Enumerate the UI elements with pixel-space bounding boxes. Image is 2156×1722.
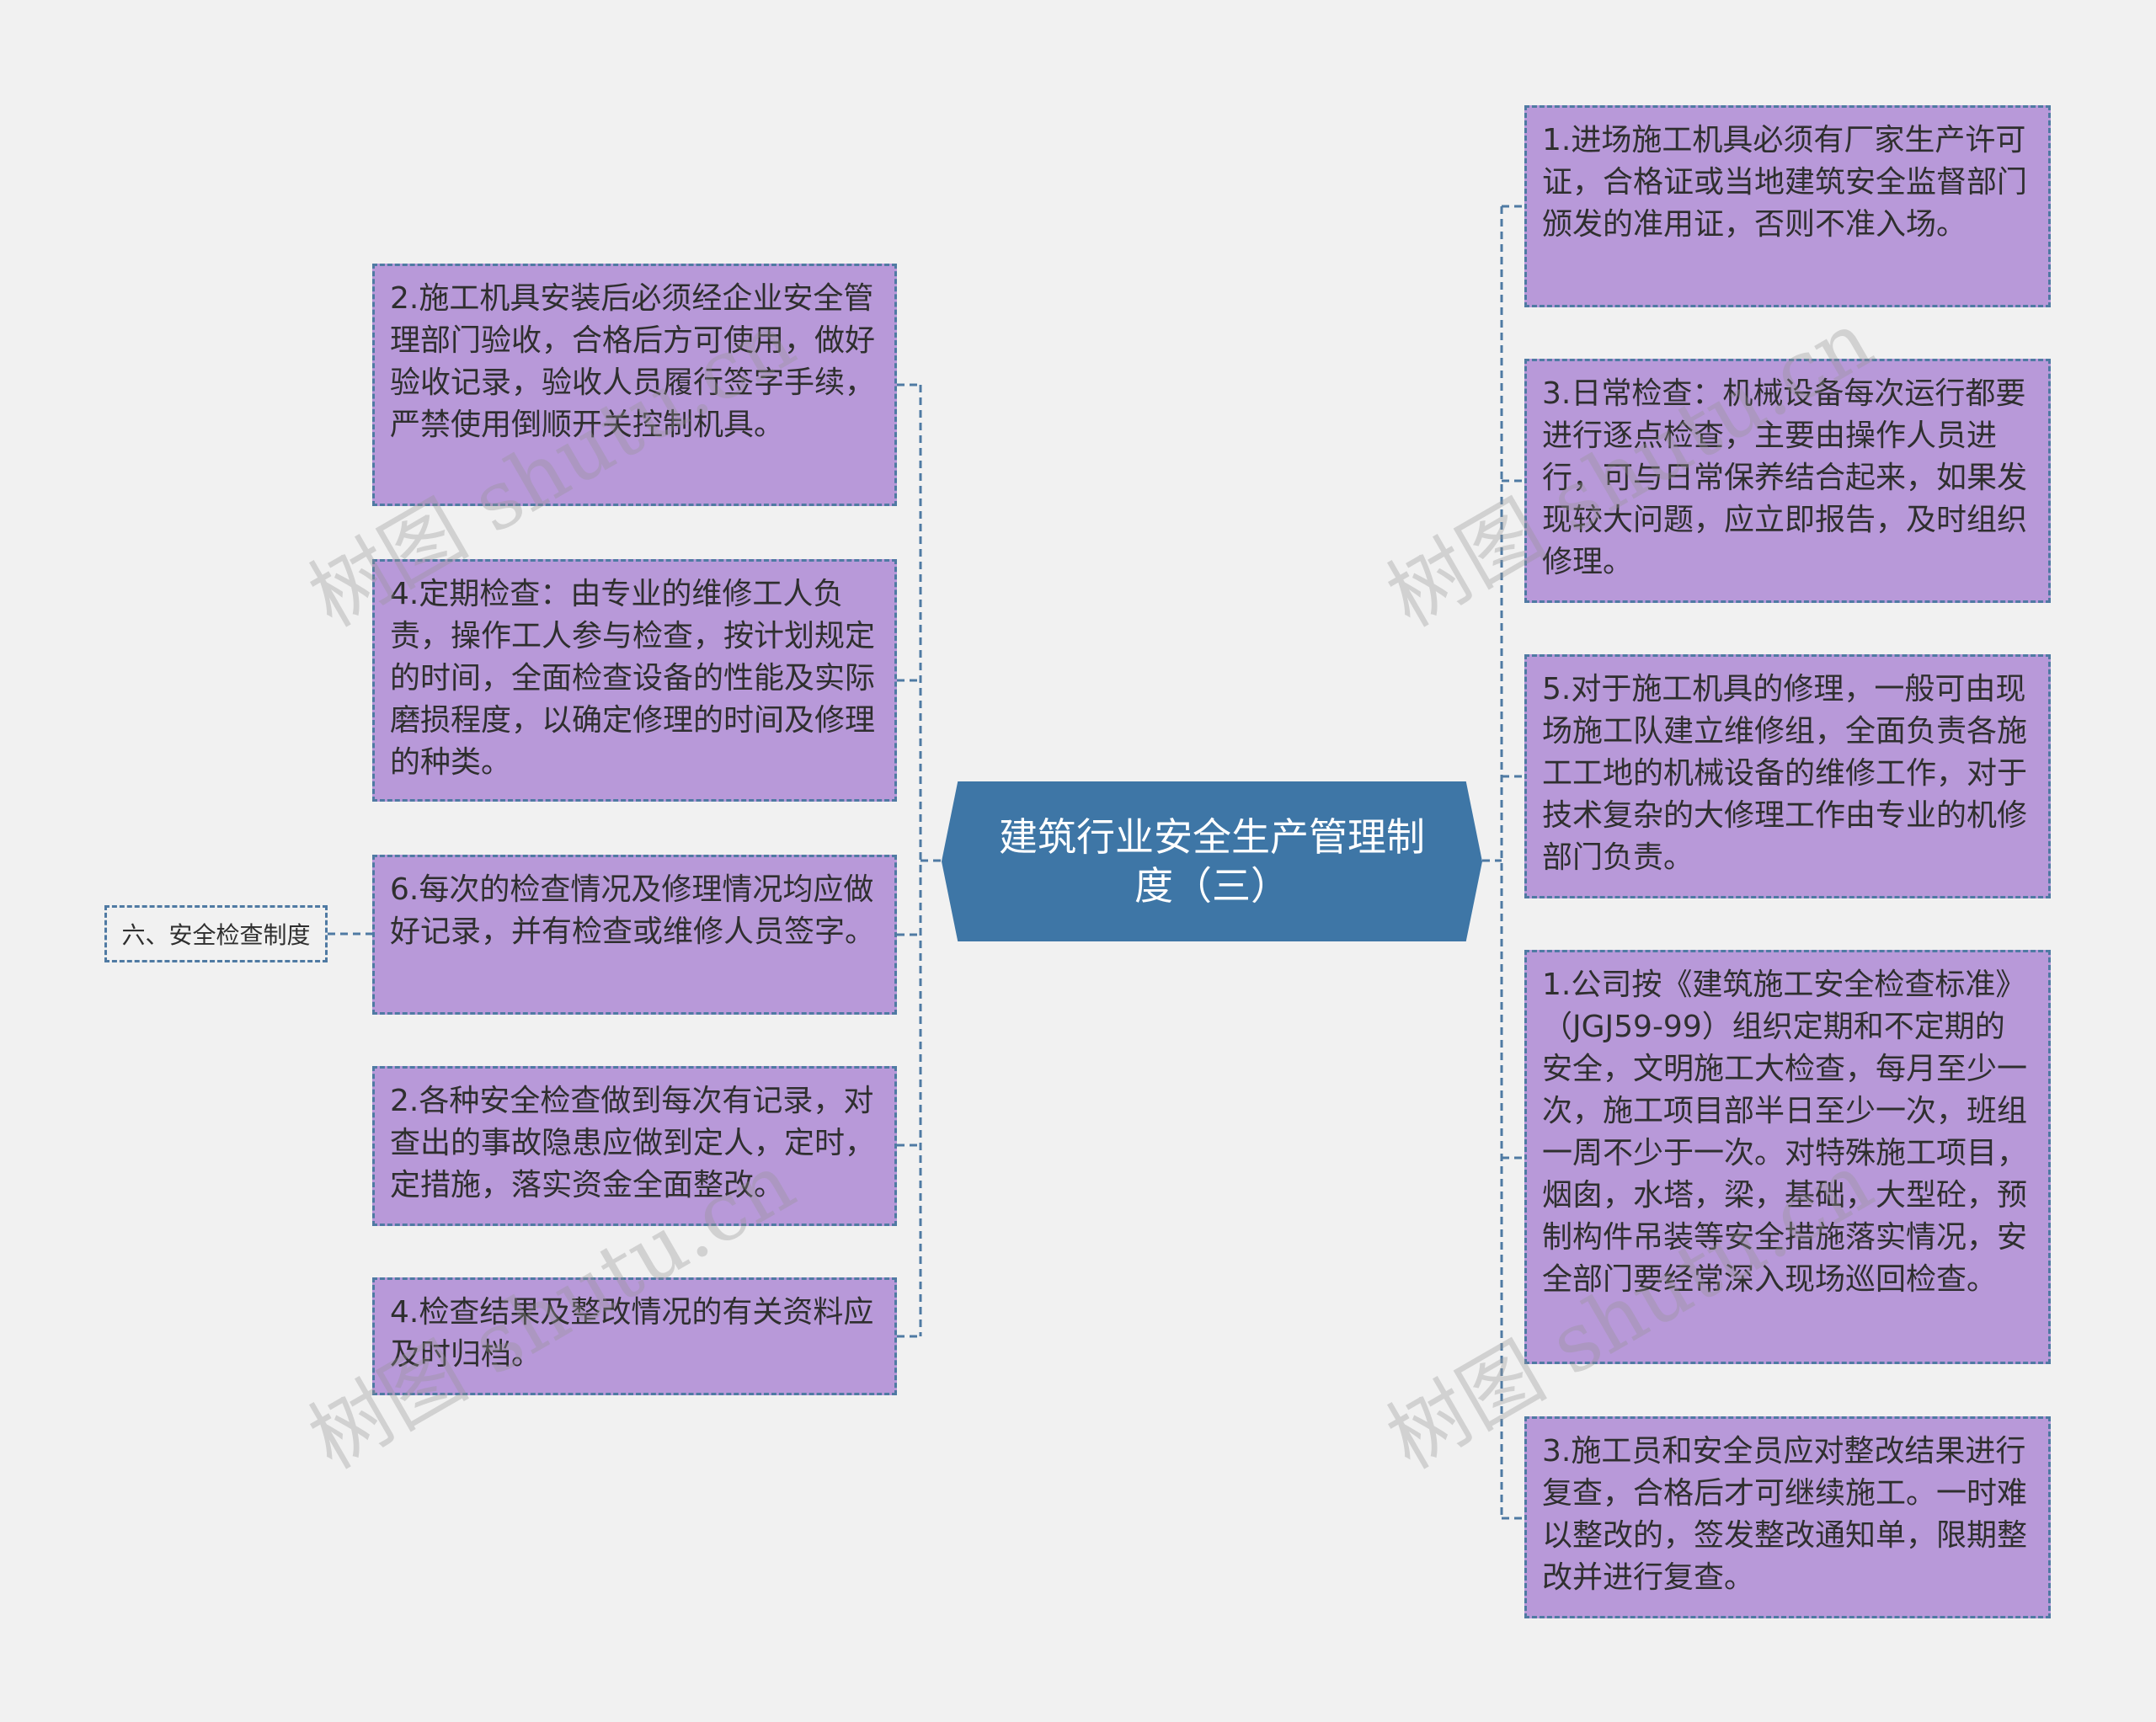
left-node-4[interactable]: 2.各种安全检查做到每次有记录，对查出的事故隐患应做到定人，定时，定措施，落实资…: [372, 1066, 897, 1226]
right-node-2-text: 3.日常检查：机械设备每次运行都要进行逐点检查，主要由操作人员进行，可与日常保养…: [1542, 376, 2028, 579]
right-node-4-text: 1.公司按《建筑施工安全检查标准》（JGJ59-99）组织定期和不定期的安全，文…: [1542, 968, 2028, 1297]
left-node-5-text: 4.检查结果及整改情况的有关资料应及时归档。: [390, 1295, 874, 1372]
left-node-2[interactable]: 4.定期检查：由专业的维修工人负责，操作工人参与检查，按计划规定的时间，全面检查…: [372, 559, 897, 802]
right-node-3-text: 5.对于施工机具的修理，一般可由现场施工队建立维修组，全面负责各施工工地的机械设…: [1542, 672, 2028, 875]
right-node-5-text: 3.施工员和安全员应对整改结果进行复查，合格后才可继续施工。一时难以整改的，签发…: [1542, 1434, 2028, 1595]
left-node-5[interactable]: 4.检查结果及整改情况的有关资料应及时归档。: [372, 1277, 897, 1395]
left-node-1-text: 2.施工机具安装后必须经企业安全管理部门验收，合格后方可使用，做好验收记录，验收…: [390, 281, 876, 442]
left-node-3[interactable]: 6.每次的检查情况及修理情况均应做好记录，并有检查或维修人员签字。: [372, 855, 897, 1015]
left-node-3-text: 6.每次的检查情况及修理情况均应做好记录，并有检查或维修人员签字。: [390, 872, 876, 949]
root-node[interactable]: 建筑行业安全生产管理制度（三）: [942, 781, 1482, 941]
right-node-1-text: 1.进场施工机具必须有厂家生产许可证，合格证或当地建筑安全监督部门颁发的准用证，…: [1542, 123, 2028, 242]
left-node-4-text: 2.各种安全检查做到每次有记录，对查出的事故隐患应做到定人，定时，定措施，落实资…: [390, 1084, 876, 1202]
right-node-4[interactable]: 1.公司按《建筑施工安全检查标准》（JGJ59-99）组织定期和不定期的安全，文…: [1524, 950, 2051, 1364]
far-left-node[interactable]: 六、安全检查制度: [104, 905, 328, 962]
right-node-2[interactable]: 3.日常检查：机械设备每次运行都要进行逐点检查，主要由操作人员进行，可与日常保养…: [1524, 359, 2051, 603]
left-node-2-text: 4.定期检查：由专业的维修工人负责，操作工人参与检查，按计划规定的时间，全面检查…: [390, 577, 876, 780]
root-node-title: 建筑行业安全生产管理制度（三）: [999, 814, 1425, 909]
far-left-node-label: 六、安全检查制度: [121, 921, 311, 949]
left-node-1[interactable]: 2.施工机具安装后必须经企业安全管理部门验收，合格后方可使用，做好验收记录，验收…: [372, 264, 897, 506]
right-node-3[interactable]: 5.对于施工机具的修理，一般可由现场施工队建立维修组，全面负责各施工工地的机械设…: [1524, 654, 2051, 898]
right-node-5[interactable]: 3.施工员和安全员应对整改结果进行复查，合格后才可继续施工。一时难以整改的，签发…: [1524, 1416, 2051, 1618]
right-node-1[interactable]: 1.进场施工机具必须有厂家生产许可证，合格证或当地建筑安全监督部门颁发的准用证，…: [1524, 105, 2051, 307]
